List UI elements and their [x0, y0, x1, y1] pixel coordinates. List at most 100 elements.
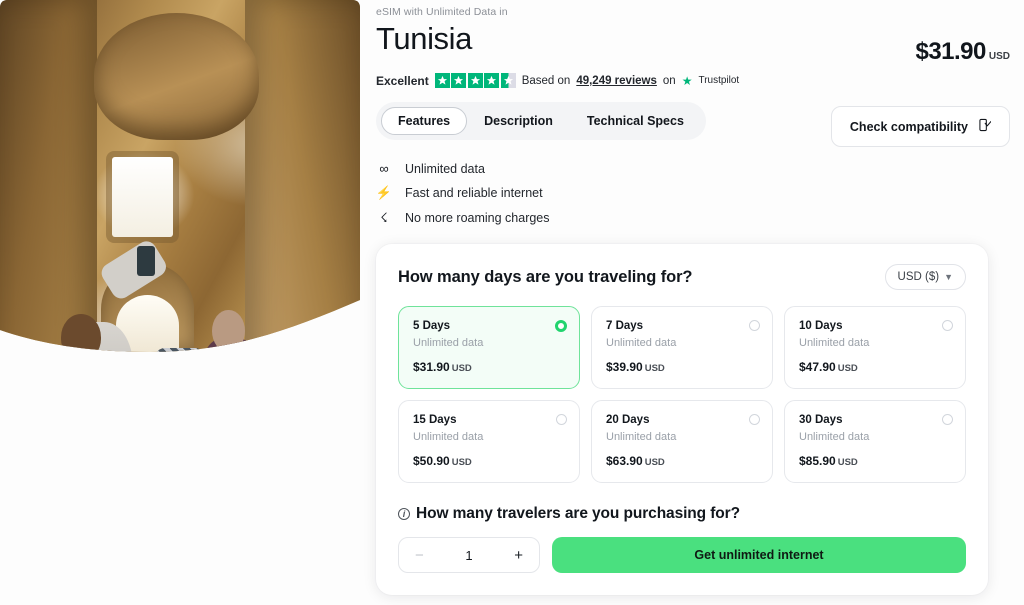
plan-price-amount: $39.90 [606, 360, 643, 374]
plan-radio[interactable] [556, 414, 567, 425]
plan-card-5-days[interactable]: 5 Days Unlimited data $31.90 USD [398, 306, 580, 389]
hero-wall-right [245, 0, 360, 424]
plan-price-currency: USD [451, 457, 472, 468]
plan-grid: 5 Days Unlimited data $31.90 USD 7 Days U… [398, 306, 966, 483]
price-currency: USD [988, 51, 1010, 62]
product-details: eSIM with Unlimited Data in Tunisia $31.… [376, 0, 1010, 605]
tab-features[interactable]: Features [381, 107, 468, 135]
star-icon [467, 73, 483, 88]
feature-label: Unlimited data [405, 161, 485, 176]
chevron-down-icon: ▼ [944, 272, 953, 282]
trustpilot-label: Trustpilot [698, 75, 740, 86]
purchase-actions: − 1 + Get unlimited internet [398, 537, 966, 573]
plan-data: Unlimited data [606, 431, 677, 443]
trustpilot-rating: Excellent Based on 49,249 reviews on ★ T… [376, 73, 1010, 88]
hero-photo [0, 0, 360, 424]
star-icon [484, 73, 500, 88]
plan-price-amount: $63.90 [606, 454, 643, 468]
plan-price-currency: USD [644, 457, 665, 468]
plan-data: Unlimited data [606, 337, 677, 349]
hero-person-two [151, 348, 209, 424]
lightning-bolt-icon: ⚡ [375, 185, 393, 200]
plan-data: Unlimited data [413, 337, 484, 349]
check-compatibility-button[interactable]: Check compatibility [830, 106, 1010, 147]
plan-radio[interactable] [749, 414, 760, 425]
quantity-stepper[interactable]: − 1 + [398, 537, 540, 573]
rating-word: Excellent [376, 73, 429, 88]
plan-price: $39.90 USD [606, 360, 758, 374]
plan-days: 15 Days [413, 414, 457, 426]
panel-header: How many days are you traveling for? USD… [398, 264, 966, 290]
rating-on: on [662, 74, 676, 87]
page-title: Tunisia [376, 21, 472, 56]
title-row: Tunisia $31.90 USD [376, 18, 1010, 66]
trustpilot-star-icon: ★ [681, 73, 693, 88]
travelers-question-row: i How many travelers are you purchasing … [398, 505, 966, 523]
plan-price-amount: $31.90 [413, 360, 450, 374]
plan-price-amount: $85.90 [799, 454, 836, 468]
plan-price-amount: $47.90 [799, 360, 836, 374]
price-amount: $31.90 [915, 38, 986, 65]
product-page: eSIM with Unlimited Data in Tunisia $31.… [0, 0, 1024, 605]
hero-phone [137, 246, 155, 276]
plan-card-15-days[interactable]: 15 Days Unlimited data $50.90 USD [398, 400, 580, 483]
get-unlimited-internet-button[interactable]: Get unlimited internet [552, 537, 966, 573]
plan-price: $85.90 USD [799, 454, 951, 468]
info-icon[interactable]: i [398, 508, 410, 520]
feature-row: ∞ Unlimited data [376, 161, 1010, 176]
plan-radio[interactable] [942, 414, 953, 425]
plan-days: 7 Days [606, 320, 644, 332]
star-icon [451, 73, 467, 88]
price-block: $31.90 USD [915, 18, 1010, 66]
plan-price-currency: USD [837, 363, 858, 374]
currency-value: USD ($) [897, 271, 940, 283]
plan-price-amount: $50.90 [413, 454, 450, 468]
plan-data: Unlimited data [413, 431, 484, 443]
hero-person-one-head [61, 314, 101, 361]
star-half-icon [500, 73, 516, 88]
plan-selection-panel: How many days are you traveling for? USD… [376, 244, 988, 595]
plan-days: 20 Days [606, 414, 650, 426]
plan-days: 30 Days [799, 414, 843, 426]
plan-card-30-days[interactable]: 30 Days Unlimited data $85.90 USD [784, 400, 966, 483]
feature-label: No more roaming charges [405, 211, 550, 225]
quantity-increase-button[interactable]: + [514, 548, 523, 563]
plan-price-currency: USD [837, 457, 858, 468]
reviews-link[interactable]: 49,249 reviews [576, 75, 657, 87]
feature-label: Fast and reliable internet [405, 186, 543, 200]
plan-radio-selected[interactable] [555, 320, 567, 332]
currency-selector[interactable]: USD ($) ▼ [884, 264, 966, 290]
feature-list: ∞ Unlimited data ⚡ Fast and reliable int… [376, 161, 1010, 226]
plan-price-currency: USD [644, 363, 665, 374]
plan-price: $31.90 USD [413, 360, 565, 374]
tabs-and-compat-row: Features Description Technical Specs Che… [376, 88, 1010, 147]
hero-image [0, 0, 360, 424]
plan-card-20-days[interactable]: 20 Days Unlimited data $63.90 USD [591, 400, 773, 483]
hero-arch-upper [94, 13, 260, 140]
days-question: How many days are you traveling for? [398, 267, 693, 286]
hero-person-three-head [212, 310, 244, 352]
hero-window-opening [112, 157, 173, 238]
plan-days: 5 Days [413, 320, 451, 332]
plan-radio[interactable] [942, 320, 953, 331]
travelers-question: How many travelers are you purchasing fo… [416, 505, 740, 522]
infinity-icon: ∞ [379, 161, 389, 176]
tab-technical-specs[interactable]: Technical Specs [570, 107, 701, 135]
tab-description[interactable]: Description [467, 107, 570, 135]
plan-price-currency: USD [451, 363, 472, 374]
plan-price: $50.90 USD [413, 454, 565, 468]
check-compatibility-label: Check compatibility [849, 119, 968, 134]
phone-check-icon [977, 118, 992, 135]
quantity-decrease-button[interactable]: − [415, 548, 424, 563]
content-tabs: Features Description Technical Specs [376, 102, 706, 140]
hero-wall-left [0, 0, 97, 424]
plan-card-7-days[interactable]: 7 Days Unlimited data $39.90 USD [591, 306, 773, 389]
no-roaming-icon: ☇ [380, 210, 388, 225]
rating-based-on: Based on [521, 74, 571, 87]
plan-price: $47.90 USD [799, 360, 951, 374]
plan-price: $63.90 USD [606, 454, 758, 468]
plan-data: Unlimited data [799, 337, 870, 349]
hero-person-three [202, 339, 260, 424]
plan-radio[interactable] [749, 320, 760, 331]
plan-card-10-days[interactable]: 10 Days Unlimited data $47.90 USD [784, 306, 966, 389]
